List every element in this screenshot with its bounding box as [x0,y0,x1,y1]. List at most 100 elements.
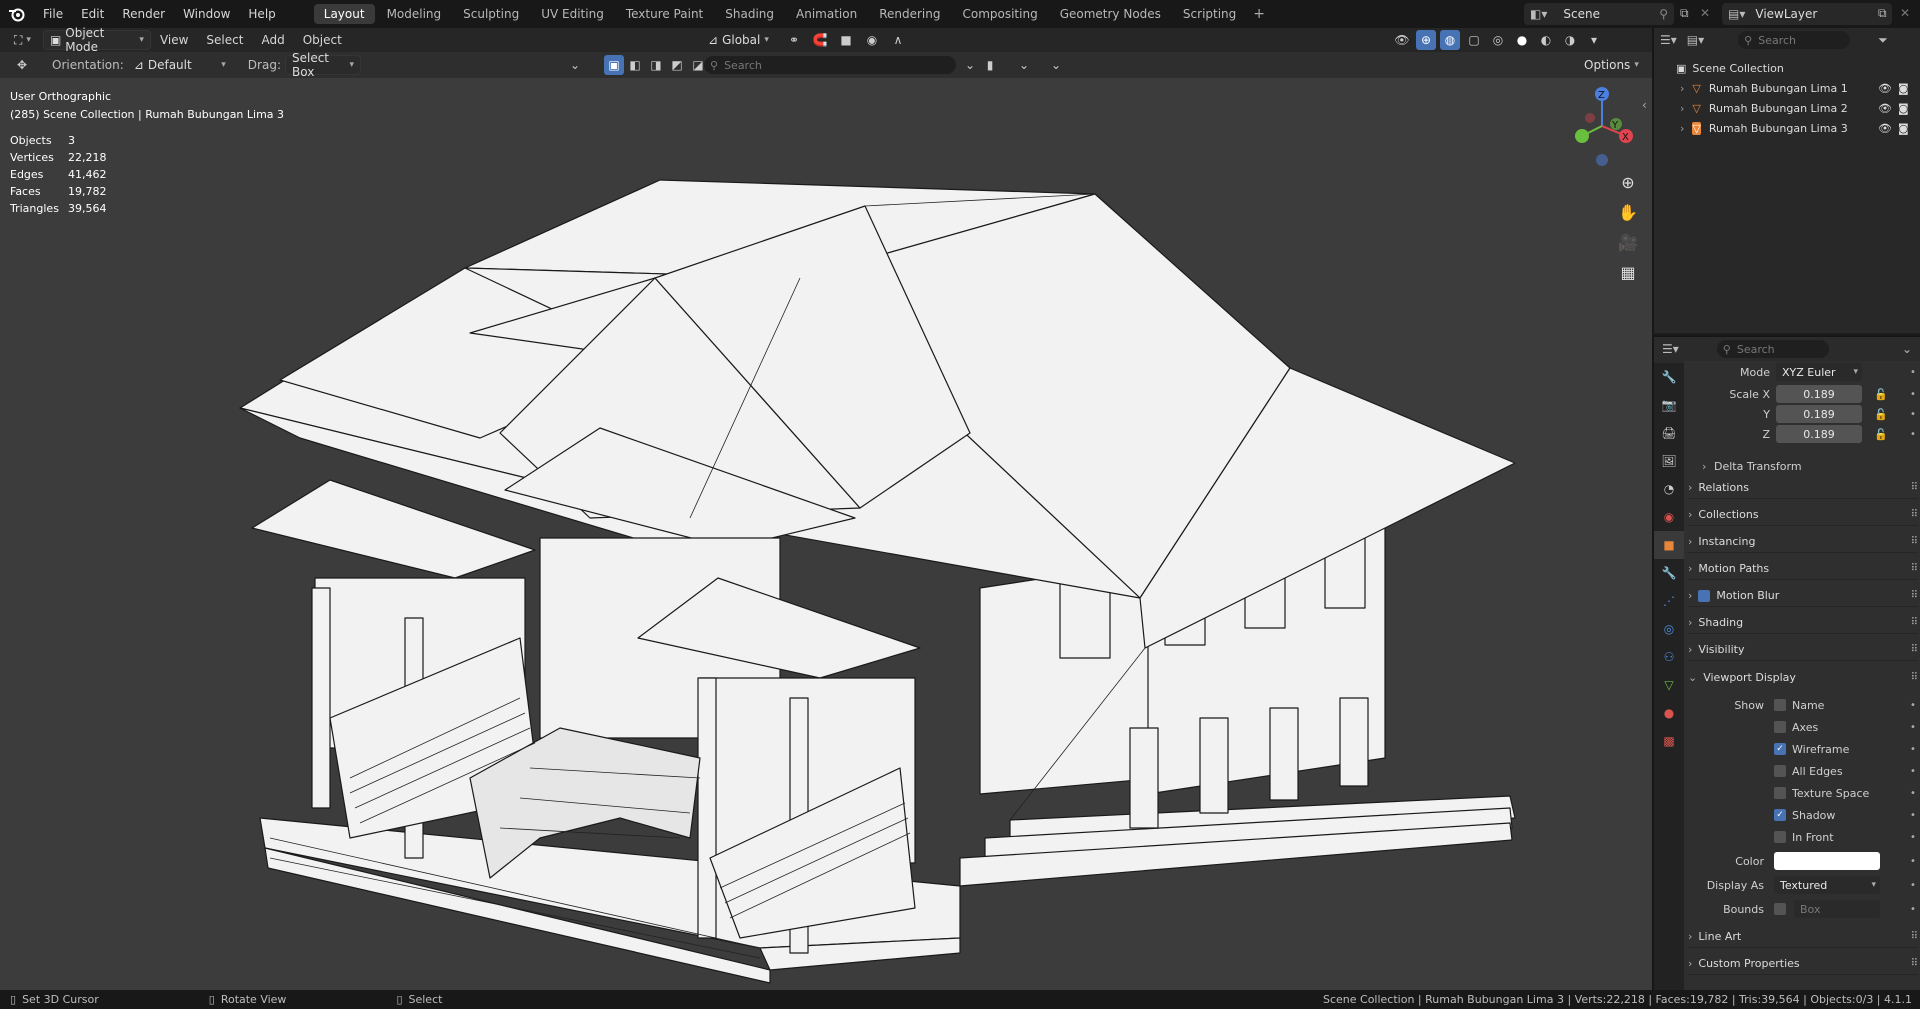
tool-search-input[interactable]: ⚲ Search [704,56,956,74]
properties-editor-icon[interactable]: ☰▾ [1662,342,1679,356]
filter-funnel-icon[interactable]: ⏷ [1878,33,1888,48]
overlay-toggle-icon[interactable]: ◍ [1440,30,1460,50]
panel-shading[interactable]: › Shading ⠿ [1688,612,1918,634]
world-tab-icon[interactable]: ◉ [1654,503,1684,531]
chevron-down-icon[interactable]: ⌄ [1902,342,1912,356]
pin-icon[interactable]: ⚲ [1659,7,1668,21]
mode-dropdown[interactable]: ▣ Object Mode ▾ [42,26,151,54]
bounds-dropdown[interactable]: Box [1794,900,1880,918]
material-tab-icon[interactable]: ● [1654,699,1684,727]
tab-layout[interactable]: Layout [313,4,375,24]
physics-tab-icon[interactable]: ◎ [1654,615,1684,643]
camera-render-icon[interactable]: ◙ [1898,122,1909,135]
bounds-checkbox[interactable] [1774,903,1786,915]
select-subtract-icon[interactable]: ◨ [646,55,666,75]
select-set-icon[interactable]: ▣ [604,55,624,75]
keyframe-dot-icon[interactable]: • [1910,904,1916,915]
keyframe-dot-icon[interactable]: • [1910,367,1916,378]
tool-tab-icon[interactable]: 🔧 [1654,363,1684,391]
filter-icon[interactable]: ⌄ [960,55,980,75]
tab-shading[interactable]: Shading [715,4,784,24]
panel-motion-blur[interactable]: › Motion Blur ⠿ [1688,585,1918,607]
tab-geometry-nodes[interactable]: Geometry Nodes [1050,4,1171,24]
modifier-tab-icon[interactable]: 🔧 [1654,559,1684,587]
panel-instancing[interactable]: › Instancing ⠿ [1688,531,1918,553]
constraints-tab-icon[interactable]: ⚇ [1654,643,1684,671]
menu-view[interactable]: View [151,26,197,54]
ortho-grid-icon[interactable]: ▦ [1616,260,1640,284]
keyframe-dot-icon[interactable]: • [1910,832,1916,843]
rotation-mode-dropdown[interactable]: XYZ Euler ▾ [1776,363,1862,381]
name-checkbox[interactable] [1774,699,1786,711]
scene-selector[interactable]: ◧▾ Scene ⚲ [1524,3,1674,25]
menu-object[interactable]: Object [294,26,351,54]
tab-compositing[interactable]: Compositing [952,4,1047,24]
pivot-point-icon[interactable]: ⚭ [784,30,804,50]
menu-add[interactable]: Add [252,26,293,54]
particles-tab-icon[interactable]: ⋰ [1654,587,1684,615]
scale-y-field[interactable]: 0.189 [1776,405,1862,423]
tab-scripting[interactable]: Scripting [1173,4,1246,24]
drag-handle-icon[interactable]: ⠿ [1911,563,1918,574]
scene-tab-icon[interactable]: ◔ [1654,475,1684,503]
sidebar-toggle-chevron-icon[interactable]: ‹ [1642,98,1647,112]
select-extend-icon[interactable]: ◧ [625,55,645,75]
outliner-item[interactable]: › ▽ Rumah Bubungan Lima 2 👁 ◙ [1654,98,1920,118]
options-dropdown[interactable]: Options ▾ [1578,55,1645,75]
shading-rendered-icon[interactable]: ◑ [1560,30,1580,50]
display-as-dropdown[interactable]: Textured ▾ [1774,876,1880,894]
motion-blur-checkbox[interactable] [1698,589,1711,602]
properties-search-input[interactable]: ⚲ Search [1716,340,1829,358]
panel-motion-paths[interactable]: › Motion Paths ⠿ [1688,558,1918,580]
color-swatch[interactable] [1774,852,1880,870]
tab-rendering[interactable]: Rendering [869,4,950,24]
visibility-filter-icon[interactable]: 👁 [1392,30,1412,50]
lock-icon[interactable]: 🔓 [1874,408,1888,421]
expand-chevron-icon[interactable]: › [1680,82,1684,95]
data-tab-icon[interactable]: ▽ [1654,671,1684,699]
menu-render[interactable]: Render [113,0,174,28]
drag-handle-icon[interactable]: ⠿ [1911,672,1918,683]
menu-edit[interactable]: Edit [72,0,113,28]
drag-handle-icon[interactable]: ⠿ [1911,958,1918,969]
outliner-item[interactable]: › ▽ Rumah Bubungan Lima 1 👁 ◙ [1654,78,1920,98]
keyframe-dot-icon[interactable]: • [1910,856,1916,867]
scale-x-field[interactable]: 0.189 [1776,385,1862,403]
object-tab-icon[interactable]: ■ [1654,531,1684,559]
tab-uv-editing[interactable]: UV Editing [531,4,614,24]
keyframe-dot-icon[interactable]: • [1910,722,1916,733]
delta-transform-subpanel[interactable]: › Delta Transform [1684,455,1920,477]
keyframe-dot-icon[interactable]: • [1910,788,1916,799]
transform-orientation-dropdown[interactable]: ⊿ Global ▾ [702,30,775,50]
camera-render-icon[interactable]: ◙ [1898,82,1909,95]
falloff-icon[interactable]: ∧ [888,30,908,50]
delete-view-layer-icon[interactable]: ✕ [1900,6,1910,20]
keyframe-dot-icon[interactable]: • [1910,766,1916,777]
panel-visibility[interactable]: › Visibility ⠿ [1688,639,1918,661]
render-tab-icon[interactable]: 📷 [1654,391,1684,419]
keyframe-dot-icon[interactable]: • [1910,700,1916,711]
view-layer-selector[interactable]: ▤▾ ViewLayer [1722,3,1892,25]
eye-icon[interactable]: 👁 [1878,102,1892,115]
drag-handle-icon[interactable]: ⠿ [1911,644,1918,655]
drag-handle-icon[interactable]: ⠿ [1911,509,1918,520]
new-view-layer-icon[interactable]: ⧉ [1878,6,1887,21]
in-front-checkbox[interactable] [1774,831,1786,843]
shadow-checkbox[interactable]: ✓ [1774,809,1786,821]
xray-toggle-icon[interactable]: ▢ [1464,30,1484,50]
eye-icon[interactable]: 👁 [1878,82,1892,95]
tab-animation[interactable]: Animation [786,4,867,24]
shading-material-icon[interactable]: ◐ [1536,30,1556,50]
lock-icon[interactable]: 🔓 [1874,428,1888,441]
wireframe-checkbox[interactable]: ✓ [1774,743,1786,755]
delete-scene-icon[interactable]: ✕ [1700,6,1710,20]
menu-help[interactable]: Help [239,0,284,28]
keyframe-dot-icon[interactable]: • [1910,429,1916,440]
drag-handle-icon[interactable]: ⠿ [1911,536,1918,547]
3d-viewport[interactable]: User Orthographic (285) Scene Collection… [0,78,1652,990]
camera-view-icon[interactable]: 🎥 [1616,230,1640,254]
proportional-edit-icon[interactable]: ◉ [862,30,882,50]
outliner-editor-icon[interactable]: ☰▾ [1660,33,1677,47]
shading-options-icon[interactable]: ▾ [1584,30,1604,50]
tab-sculpting[interactable]: Sculpting [453,4,529,24]
